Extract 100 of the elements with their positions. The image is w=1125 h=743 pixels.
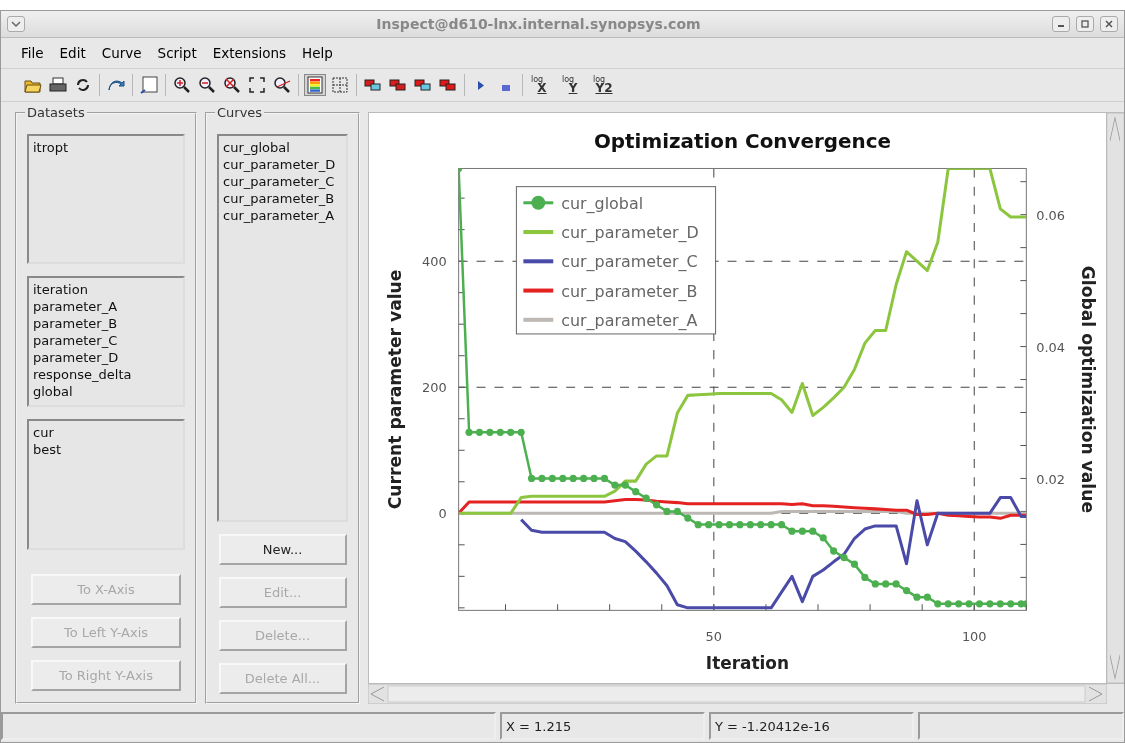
close-button[interactable] xyxy=(1100,16,1118,32)
point xyxy=(975,600,984,608)
point xyxy=(694,520,702,529)
legend-icon xyxy=(306,76,324,94)
window-title: Inspect@d610-lnx.internal.synopsys.com xyxy=(375,16,702,32)
legend-label: cur_parameter_A xyxy=(561,310,698,330)
overlapping-rectangles-icon xyxy=(414,76,432,94)
variable-list[interactable]: iteration parameter_A parameter_B parameter_C parameter_D response_delta global xyxy=(27,276,185,407)
legend-label: cur_parameter_C xyxy=(561,252,698,272)
point xyxy=(621,481,629,489)
menu-item[interactable]: Extensions xyxy=(206,43,293,63)
maximize-button[interactable] xyxy=(1076,16,1094,32)
list-item[interactable]: cur_parameter_C xyxy=(223,173,342,190)
point xyxy=(715,520,723,529)
point xyxy=(955,600,963,608)
prefix-list[interactable]: cur best xyxy=(27,419,185,550)
legend-swatch xyxy=(523,259,554,264)
point xyxy=(788,527,796,535)
list-item[interactable]: parameter_B xyxy=(33,315,179,332)
point xyxy=(809,527,817,535)
select-area-icon xyxy=(140,76,158,94)
chevron-down-icon xyxy=(11,20,21,28)
point xyxy=(684,514,692,522)
legend-label: cur_parameter_B xyxy=(561,281,698,301)
window-menu-button[interactable] xyxy=(7,16,25,32)
point xyxy=(559,474,567,483)
zoom-reset-icon xyxy=(223,76,241,94)
point xyxy=(642,494,650,502)
point xyxy=(548,474,556,483)
axis-tick-label: 50 xyxy=(705,628,723,644)
horizontal-scrollbar[interactable] xyxy=(368,684,1107,704)
list-item[interactable]: iteration xyxy=(33,281,179,298)
point xyxy=(527,474,536,483)
point xyxy=(913,593,921,601)
vertical-scrollbar[interactable] xyxy=(1107,112,1124,684)
axis-tick-label: 0.06 xyxy=(1036,207,1066,223)
list-item[interactable]: global xyxy=(33,383,179,400)
list-item[interactable]: cur_parameter_D xyxy=(223,156,342,173)
point xyxy=(569,474,577,483)
overlapping-rectangles-icon xyxy=(439,76,457,94)
list-item[interactable]: cur_global xyxy=(223,139,342,156)
menu-item[interactable]: Script xyxy=(151,43,203,63)
legend-label: cur_parameter_D xyxy=(561,223,699,243)
line-series xyxy=(458,168,1027,608)
toolbar-button[interactable] xyxy=(246,74,268,96)
grid-icon xyxy=(331,76,349,94)
minimize-button[interactable] xyxy=(1052,16,1070,32)
x-axis-title: Iteration xyxy=(705,652,790,673)
list-item[interactable]: best xyxy=(33,441,179,458)
point xyxy=(580,474,588,483)
log-scale-button[interactable]: log X xyxy=(528,74,556,96)
point xyxy=(892,580,900,588)
point xyxy=(986,600,994,608)
curve-button[interactable]: New... xyxy=(218,534,347,565)
point xyxy=(840,553,848,562)
axis-tick-label: 0 xyxy=(438,506,447,522)
menu-item[interactable]: Curve xyxy=(95,43,148,63)
point xyxy=(777,520,786,529)
list-item[interactable]: cur_parameter_A xyxy=(223,207,342,224)
point xyxy=(663,507,671,516)
point xyxy=(590,474,598,483)
menu-item[interactable]: File xyxy=(15,43,50,63)
point xyxy=(882,580,890,588)
list-item[interactable]: itropt xyxy=(33,139,179,156)
chart-title: Optimization Convergence xyxy=(593,129,892,154)
log-scale-button[interactable]: log Y2 xyxy=(590,74,618,96)
list-item[interactable]: parameter_D xyxy=(33,349,179,366)
list-item[interactable]: parameter_A xyxy=(33,298,179,315)
legend-swatch xyxy=(523,288,554,293)
menu-item[interactable]: Help xyxy=(296,43,339,63)
stop-icon xyxy=(502,85,510,91)
list-item[interactable]: response_delta xyxy=(33,366,179,383)
point xyxy=(486,428,494,436)
log-scale-button[interactable]: log Y xyxy=(559,74,587,96)
panel-title: Datasets xyxy=(25,105,87,120)
file-list[interactable]: itropt xyxy=(27,134,185,264)
list-item[interactable]: parameter_C xyxy=(33,332,179,349)
overlapping-rectangles-icon xyxy=(364,76,382,94)
y-axis-title: Current parameter value xyxy=(384,269,405,510)
point xyxy=(965,600,973,608)
menu-item[interactable]: Edit xyxy=(53,43,92,63)
zoom-in-icon xyxy=(173,76,191,94)
legend-label: cur_global xyxy=(561,193,644,213)
point xyxy=(757,520,765,529)
close-icon xyxy=(1105,20,1113,28)
legend-swatch xyxy=(523,317,554,322)
point xyxy=(611,481,619,489)
point xyxy=(736,520,744,529)
list-item[interactable]: cur_parameter_B xyxy=(223,190,342,207)
point xyxy=(871,580,879,588)
point xyxy=(819,534,827,542)
y-coordinate: Y = -1.20412e-16 xyxy=(709,712,914,740)
list-item[interactable]: cur xyxy=(33,424,179,441)
point xyxy=(1007,600,1015,608)
curve-list[interactable]: cur_global cur_parameter_D cur_parameter_C cur_parameter_B cur_parameter_A xyxy=(217,134,348,522)
panel-title: Curves xyxy=(215,105,265,120)
point xyxy=(600,474,609,483)
printer-icon xyxy=(49,76,67,94)
axis-tick-label: 0.04 xyxy=(1036,339,1066,355)
point xyxy=(923,593,931,601)
